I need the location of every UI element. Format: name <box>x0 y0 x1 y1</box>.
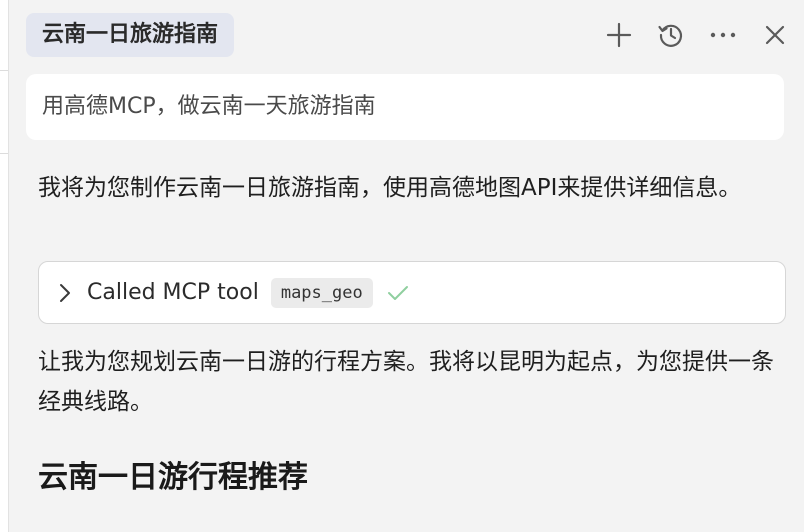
check-icon <box>387 284 409 302</box>
more-icon[interactable] <box>707 17 739 53</box>
chat-title[interactable]: 云南一日旅游指南 <box>26 13 235 57</box>
assistant-plan-text: 让我为您规划云南一日游的行程方案。我将以昆明为起点，为您提供一条经典线路。 <box>38 349 774 415</box>
chat-header: 云南一日旅游指南 <box>0 0 804 70</box>
plus-icon[interactable] <box>603 17 635 53</box>
close-icon[interactable] <box>759 17 791 53</box>
assistant-intro-text: 我将为您制作云南一日旅游指南，使用高德地图API来提供详细信息。 <box>38 175 742 201</box>
tool-name-badge: maps_geo <box>270 277 373 308</box>
mcp-tool-call-block[interactable]: Called MCP tool maps_geo <box>38 261 786 324</box>
history-icon[interactable] <box>655 17 687 53</box>
chevron-right-icon[interactable] <box>57 282 73 304</box>
tool-call-label: Called MCP tool <box>87 280 259 305</box>
user-query-text: 用高德MCP，做云南一天旅游指南 <box>42 94 376 119</box>
itinerary-heading: 云南一日游行程推荐 <box>38 460 308 495</box>
user-query-message[interactable]: 用高德MCP，做云南一天旅游指南 <box>26 74 784 140</box>
left-panel-segment <box>0 70 8 154</box>
